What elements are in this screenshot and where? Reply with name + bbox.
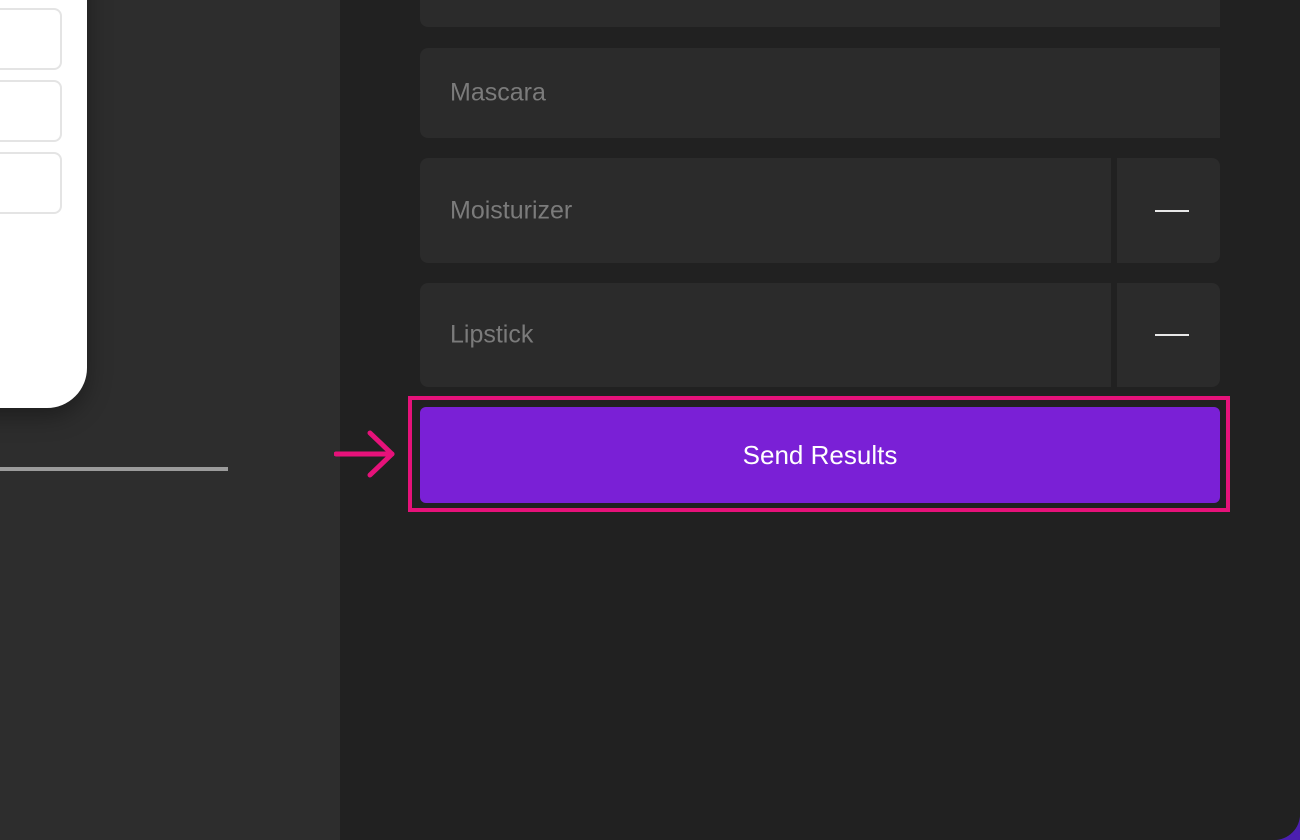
- app-window: Mascara Moisturizer Lipstick Send Result…: [0, 0, 1300, 840]
- field-label: Moisturizer: [450, 196, 573, 224]
- preview-slot: [0, 152, 62, 214]
- field-input-lipstick[interactable]: Lipstick: [420, 283, 1117, 387]
- preview-slot: [0, 80, 62, 142]
- remove-lipstick-button[interactable]: [1123, 283, 1220, 387]
- minus-icon: [1155, 209, 1189, 212]
- field-input-moisturizer[interactable]: Moisturizer: [420, 158, 1117, 263]
- field-row-lipstick: Lipstick: [420, 283, 1220, 387]
- minus-icon: [1155, 334, 1189, 336]
- field-label: Mascara: [450, 78, 546, 107]
- field-row-moisturizer: Moisturizer: [420, 158, 1220, 263]
- field-row-mascara[interactable]: Mascara: [420, 48, 1220, 138]
- progress-divider: [0, 467, 228, 471]
- arrow-right-icon: [334, 430, 395, 478]
- remove-moisturizer-button[interactable]: [1123, 158, 1220, 263]
- left-panel: [0, 0, 340, 840]
- field-label: Lipstick: [450, 320, 534, 349]
- preview-slot: [0, 8, 62, 70]
- field-row-previous[interactable]: [420, 0, 1220, 27]
- phone-preview-card: [0, 0, 87, 408]
- send-results-button[interactable]: Send Results: [420, 407, 1220, 503]
